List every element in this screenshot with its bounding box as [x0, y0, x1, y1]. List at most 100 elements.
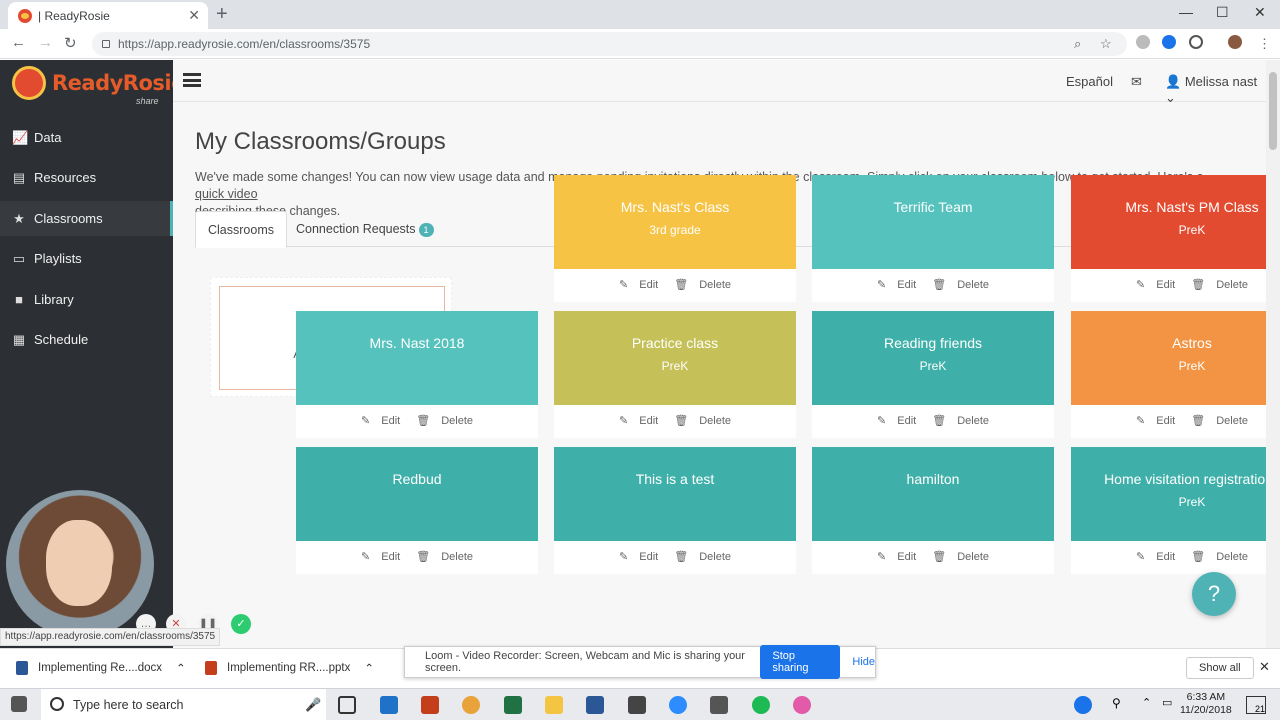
spotify-icon[interactable]: [752, 696, 770, 714]
page-scrollbar[interactable]: [1266, 60, 1280, 648]
file-explorer-icon[interactable]: [545, 696, 563, 714]
help-tray-icon[interactable]: [1074, 696, 1092, 714]
close-downloads-icon[interactable]: ✕: [1259, 659, 1270, 675]
delete-button[interactable]: 🗑 Delete: [928, 279, 993, 291]
delete-button[interactable]: 🗑 Delete: [412, 551, 477, 563]
edit-button[interactable]: ✎ Edit: [615, 551, 662, 563]
extension-icon[interactable]: [1189, 35, 1203, 49]
language-link[interactable]: Español: [1066, 74, 1113, 89]
delete-button[interactable]: 🗑 Delete: [1187, 415, 1252, 427]
loom-done-icon[interactable]: ✓: [231, 614, 251, 634]
taskbar-search[interactable]: Type here to search 🎤: [41, 689, 326, 721]
edit-button[interactable]: ✎ Edit: [873, 551, 920, 563]
edit-button[interactable]: ✎ Edit: [615, 415, 662, 427]
browser-tab[interactable]: | ReadyRosie ✕: [8, 2, 208, 29]
sidebar-item-playlists[interactable]: ▭ Playlists: [0, 241, 173, 276]
delete-button[interactable]: 🗑 Delete: [412, 415, 477, 427]
close-window-icon[interactable]: ✕: [1254, 4, 1266, 21]
delete-button[interactable]: 🗑 Delete: [1187, 551, 1252, 563]
classroom-card[interactable]: Reading friends PreK ✎ Edit 🗑 Delete: [812, 311, 1054, 438]
hide-button[interactable]: Hide: [852, 656, 875, 668]
edit-button[interactable]: ✎ Edit: [1132, 415, 1179, 427]
extension-icon[interactable]: [1136, 35, 1150, 49]
classroom-card-header[interactable]: Terrific Team: [812, 175, 1054, 269]
reload-icon[interactable]: ↻: [64, 34, 77, 52]
chrome-icon[interactable]: [462, 696, 480, 714]
classroom-card-header[interactable]: Home visitation registrations PreK: [1071, 447, 1266, 541]
classroom-card[interactable]: Terrific Team ✎ Edit 🗑 Delete: [812, 175, 1054, 302]
system-clock[interactable]: 6:33 AM 11/20/2018: [1180, 691, 1232, 717]
new-tab-icon[interactable]: +: [216, 3, 228, 26]
windows-start-icon[interactable]: [11, 696, 27, 712]
delete-button[interactable]: 🗑 Delete: [1187, 279, 1252, 291]
classroom-card[interactable]: Astros PreK ✎ Edit 🗑 Delete: [1071, 311, 1266, 438]
edit-button[interactable]: ✎ Edit: [873, 279, 920, 291]
edit-button[interactable]: ✎ Edit: [615, 279, 662, 291]
edit-button[interactable]: ✎ Edit: [873, 415, 920, 427]
tab-classrooms[interactable]: Classrooms: [195, 211, 287, 248]
chevron-up-icon[interactable]: ⌃: [176, 661, 186, 675]
back-icon[interactable]: ←: [11, 34, 26, 51]
sidebar-item-resources[interactable]: ▤ Resources: [0, 160, 173, 195]
excel-icon[interactable]: [504, 696, 522, 714]
readyrosie-logo[interactable]: ReadyRosie share: [12, 66, 185, 106]
classroom-card-header[interactable]: Redbud: [296, 447, 538, 541]
sidebar-item-data[interactable]: 📈 Data: [0, 120, 173, 155]
classroom-card-header[interactable]: Mrs. Nast's PM Class PreK: [1071, 175, 1266, 269]
bookmark-star-icon[interactable]: ☆: [1100, 36, 1112, 52]
network-icon[interactable]: ▭: [1162, 696, 1180, 714]
url-field[interactable]: https://app.readyrosie.com/en/classrooms…: [92, 32, 1127, 56]
classroom-card-header[interactable]: Reading friends PreK: [812, 311, 1054, 405]
mail-app-icon[interactable]: [710, 696, 728, 714]
edit-button[interactable]: ✎ Edit: [1132, 279, 1179, 291]
word-icon[interactable]: [586, 696, 604, 714]
delete-button[interactable]: 🗑 Delete: [670, 415, 735, 427]
chevron-up-icon[interactable]: ⌃: [364, 661, 374, 675]
classroom-card[interactable]: hamilton ✎ Edit 🗑 Delete: [812, 447, 1054, 574]
people-icon[interactable]: ⚲: [1112, 696, 1130, 714]
mail-icon[interactable]: ✉: [1131, 74, 1142, 90]
help-button[interactable]: ?: [1192, 572, 1236, 616]
minimize-icon[interactable]: —: [1179, 4, 1193, 20]
classroom-card-header[interactable]: Mrs. Nast's Class 3rd grade: [554, 175, 796, 269]
classroom-card-header[interactable]: Practice class PreK: [554, 311, 796, 405]
sidebar-item-classrooms[interactable]: ★ Classrooms: [0, 201, 173, 236]
maximize-icon[interactable]: ☐: [1216, 4, 1229, 21]
edge-icon[interactable]: [380, 696, 398, 714]
classroom-card[interactable]: This is a test ✎ Edit 🗑 Delete: [554, 447, 796, 574]
edit-button[interactable]: ✎ Edit: [357, 415, 404, 427]
classroom-card-header[interactable]: Mrs. Nast 2018: [296, 311, 538, 405]
download-item[interactable]: Implementing Re....docx ⌃: [16, 661, 186, 675]
zoom-extension-icon[interactable]: [1162, 35, 1176, 49]
itunes-icon[interactable]: [793, 696, 811, 714]
delete-button[interactable]: 🗑 Delete: [670, 551, 735, 563]
scrollbar-thumb[interactable]: [1269, 72, 1277, 150]
classroom-card[interactable]: Home visitation registrations PreK ✎ Edit 🗑…: [1071, 447, 1266, 574]
close-tab-icon[interactable]: ✕: [188, 7, 200, 24]
tab-connection-requests[interactable]: Connection Requests 1: [284, 211, 446, 248]
store-icon[interactable]: [628, 696, 646, 714]
classroom-card[interactable]: Mrs. Nast 2018 ✎ Edit 🗑 Delete: [296, 311, 538, 438]
edit-button[interactable]: ✎ Edit: [357, 551, 404, 563]
forward-icon[interactable]: →: [38, 34, 53, 51]
sidebar-item-schedule[interactable]: ▦ Schedule: [0, 322, 173, 357]
classroom-card-header[interactable]: hamilton: [812, 447, 1054, 541]
stop-sharing-button[interactable]: Stop sharing: [760, 645, 841, 679]
microphone-icon[interactable]: 🎤: [305, 697, 321, 713]
show-all-button[interactable]: Show all: [1186, 657, 1254, 679]
hamburger-menu-icon[interactable]: [183, 73, 201, 87]
sidebar-item-library[interactable]: ■ Library: [0, 282, 173, 317]
powerpoint-icon[interactable]: [421, 696, 439, 714]
menu-dots-icon[interactable]: ⋮: [1258, 36, 1271, 52]
zoom-app-icon[interactable]: [669, 696, 687, 714]
tray-chevron-icon[interactable]: ⌃: [1142, 696, 1160, 714]
edit-button[interactable]: ✎ Edit: [1132, 551, 1179, 563]
task-view-icon[interactable]: [338, 696, 356, 714]
classroom-card-header[interactable]: Astros PreK: [1071, 311, 1266, 405]
download-item[interactable]: Implementing RR....pptx ⌃: [205, 661, 374, 675]
classroom-card[interactable]: Practice class PreK ✎ Edit 🗑 Delete: [554, 311, 796, 438]
classroom-card[interactable]: Mrs. Nast's PM Class PreK ✎ Edit 🗑 Delete: [1071, 175, 1266, 302]
zoom-icon[interactable]: ⌕: [1074, 36, 1081, 52]
classroom-card[interactable]: Mrs. Nast's Class 3rd grade ✎ Edit 🗑 Delete: [554, 175, 796, 302]
delete-button[interactable]: 🗑 Delete: [928, 415, 993, 427]
